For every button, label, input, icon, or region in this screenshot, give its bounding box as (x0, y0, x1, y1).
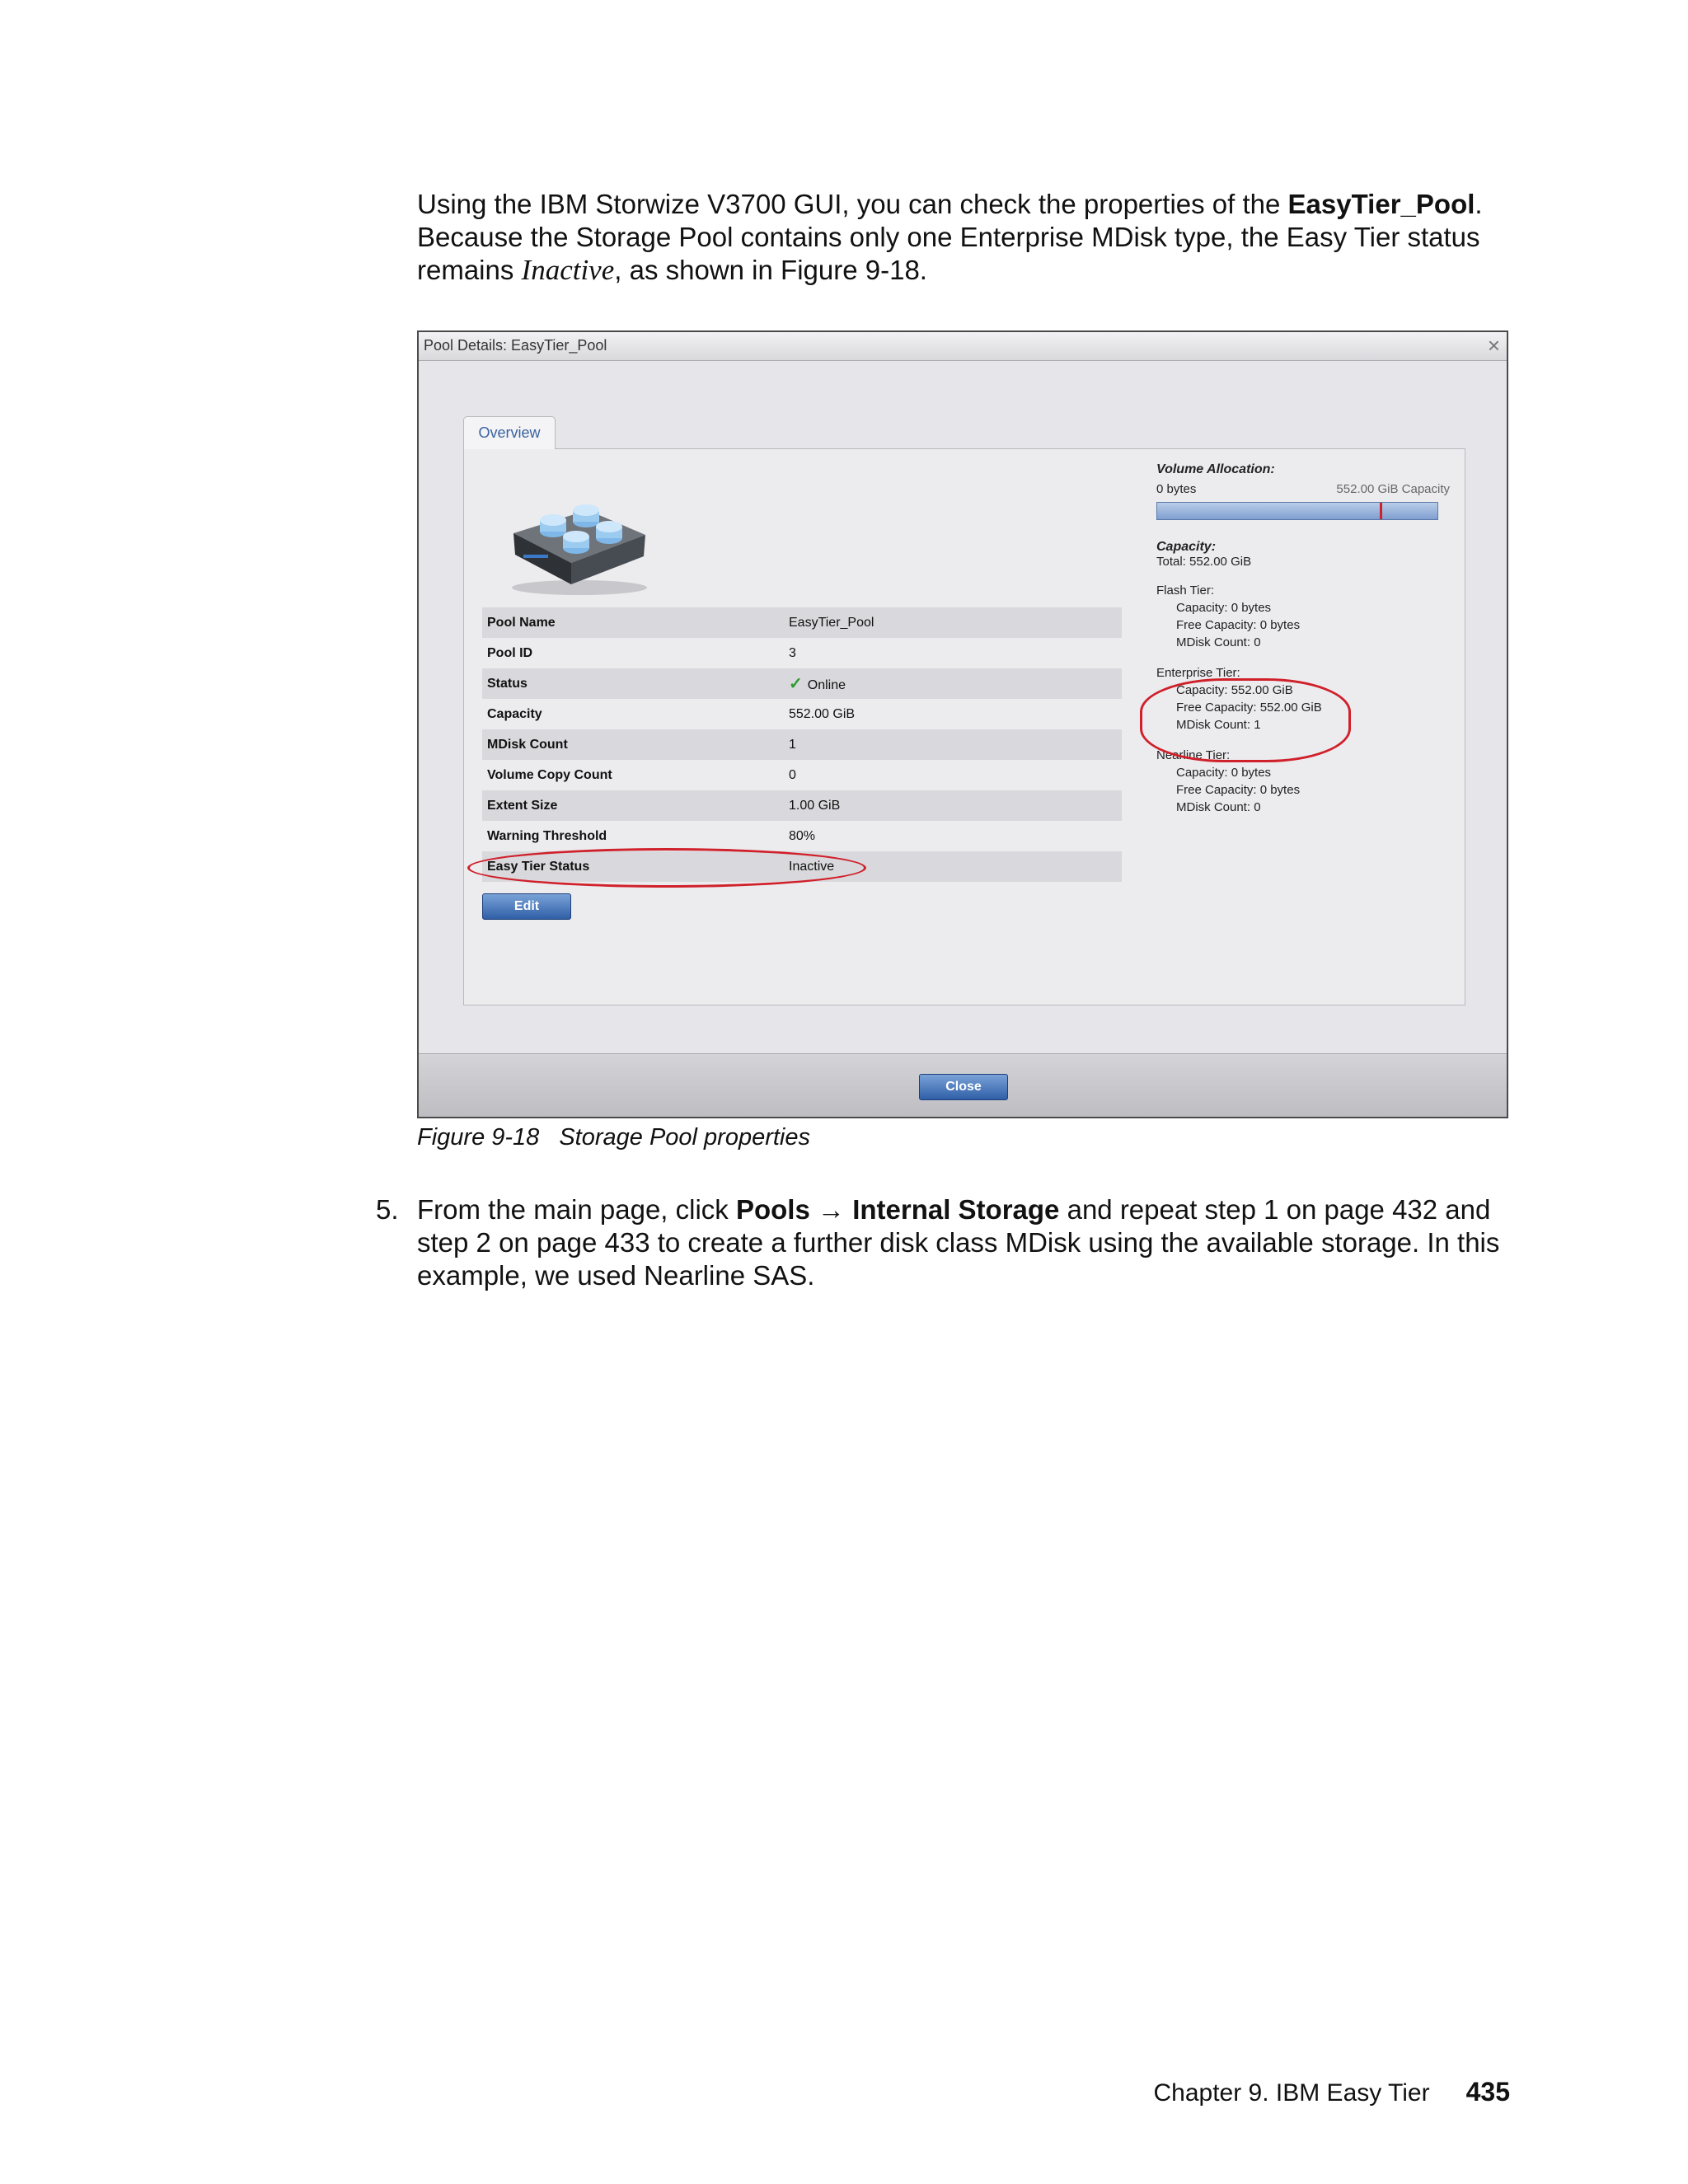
arrow-icon: → (809, 1194, 853, 1225)
property-key: Warning Threshold (487, 828, 607, 843)
status-text: Online (807, 678, 846, 692)
tier-capacity: Capacity: 0 bytes (1176, 601, 1272, 615)
property-value: EasyTier_Pool (784, 607, 1122, 638)
capacity-total: Total: 552.00 GiB (1156, 555, 1252, 569)
figure-number: Figure 9-18 (417, 1124, 540, 1151)
step-item: 5. From the main page, click Pools → Int… (376, 1193, 1513, 1292)
overview-panel: Pool Name EasyTier_Pool Pool ID 3 Status ✓ O… (463, 448, 1465, 1005)
flash-tier: Flash Tier: Capacity: 0 bytes Free Capac… (1156, 582, 1453, 651)
allocation-labels: 0 bytes 552.00 GiB Capacity (1156, 482, 1453, 500)
table-row: Capacity 552.00 GiB (482, 699, 1122, 729)
chapter-title: Chapter 9. IBM Easy Tier (1153, 2079, 1430, 2107)
pool-properties-table: Pool Name EasyTier_Pool Pool ID 3 Status ✓ O… (482, 607, 1122, 882)
capacity-block: Capacity: Total: 552.00 GiB (1156, 540, 1453, 569)
check-icon: ✓ (789, 675, 803, 693)
property-key: MDisk Count (482, 729, 784, 760)
step-bold-internal-storage: Internal Storage (852, 1194, 1060, 1225)
tier-name: Enterprise Tier: (1156, 666, 1240, 680)
pool-details-dialog: Pool Details: EasyTier_Pool × Overview P… (417, 330, 1508, 1118)
table-row: MDisk Count 1 (482, 729, 1122, 760)
tab-overview[interactable]: Overview (463, 416, 556, 449)
property-key: Status (482, 668, 784, 699)
allocation-left-label: 0 bytes (1156, 482, 1197, 496)
property-value: Inactive (784, 851, 1122, 882)
property-value: 1.00 GiB (784, 790, 1122, 821)
edit-button[interactable]: Edit (482, 893, 571, 920)
step-text: From the main page, click Pools → Intern… (417, 1193, 1513, 1292)
table-row: Status ✓ Online (482, 668, 1122, 699)
table-row: Warning Threshold 80% (482, 821, 1122, 851)
close-icon[interactable]: × (1488, 333, 1500, 359)
tier-capacity: Capacity: 552.00 GiB (1176, 683, 1293, 697)
allocation-bar (1156, 502, 1438, 520)
capacity-header: Capacity: (1156, 540, 1217, 554)
page-number: 435 (1465, 2077, 1510, 2107)
intro-paragraph: Using the IBM Storwize V3700 GUI, you ca… (417, 188, 1513, 287)
property-key: Capacity (487, 706, 542, 721)
property-key: Extent Size (482, 790, 784, 821)
table-row: Easy Tier Status Inactive (482, 851, 1122, 882)
step-bold-pools: Pools (735, 1194, 810, 1225)
tier-name: Nearline Tier: (1156, 748, 1231, 762)
enterprise-tier: Enterprise Tier: Capacity: 552.00 GiB Fr… (1156, 664, 1453, 733)
property-key: Pool Name (482, 607, 784, 638)
tier-free-capacity: Free Capacity: 0 bytes (1176, 783, 1301, 797)
tier-mdisk-count: MDisk Count: 1 (1176, 718, 1261, 732)
property-value-status: ✓ Online (784, 668, 1122, 699)
table-row: Pool ID 3 (482, 638, 1122, 668)
intro-pool-name: EasyTier_Pool (1287, 189, 1475, 219)
tier-mdisk-count: MDisk Count: 0 (1176, 800, 1261, 814)
intro-text-1: Using the IBM Storwize V3700 GUI, you ca… (417, 189, 1288, 219)
property-value: 1 (784, 729, 1122, 760)
tier-free-capacity: Free Capacity: 0 bytes (1176, 618, 1301, 632)
capacity-sidebar: Volume Allocation: 0 bytes 552.00 GiB Ca… (1140, 462, 1453, 816)
tier-mdisk-count: MDisk Count: 0 (1176, 635, 1261, 649)
dialog-footer: Close (419, 1053, 1507, 1117)
figure-caption: Figure 9-18 Storage Pool properties (417, 1124, 810, 1151)
property-value: 3 (789, 645, 796, 660)
property-key: Pool ID (487, 645, 533, 660)
intro-status: Inactive (521, 254, 615, 286)
table-row: Pool Name EasyTier_Pool (482, 607, 1122, 638)
dialog-titlebar: Pool Details: EasyTier_Pool × (419, 332, 1507, 361)
intro-text-3: , as shown in Figure 9-18. (614, 255, 927, 285)
step-text-1: From the main page, click (417, 1194, 736, 1225)
nearline-tier: Nearline Tier: Capacity: 0 bytes Free Ca… (1156, 747, 1453, 816)
dialog-title: Pool Details: EasyTier_Pool (424, 337, 607, 354)
tier-name: Flash Tier: (1156, 583, 1215, 598)
property-key: Easy Tier Status (482, 851, 784, 882)
warning-threshold-marker (1380, 503, 1382, 519)
property-value: 0 (789, 767, 796, 782)
storage-pool-icon (512, 504, 647, 595)
figure-title: Storage Pool properties (559, 1124, 810, 1151)
table-row: Extent Size 1.00 GiB (482, 790, 1122, 821)
close-button[interactable]: Close (919, 1074, 1008, 1100)
property-value: 552.00 GiB (789, 706, 856, 721)
page-footer: Chapter 9. IBM Easy Tier 435 (1153, 2077, 1510, 2107)
property-value: 80% (789, 828, 816, 843)
table-row: Volume Copy Count 0 (482, 760, 1122, 790)
step-number: 5. (376, 1194, 399, 1225)
volume-allocation-header: Volume Allocation: (1156, 462, 1275, 476)
property-key: Volume Copy Count (487, 767, 612, 782)
allocation-right-label: 552.00 GiB Capacity (1336, 482, 1450, 496)
tier-free-capacity: Free Capacity: 552.00 GiB (1176, 701, 1322, 715)
tier-capacity: Capacity: 0 bytes (1176, 766, 1272, 780)
